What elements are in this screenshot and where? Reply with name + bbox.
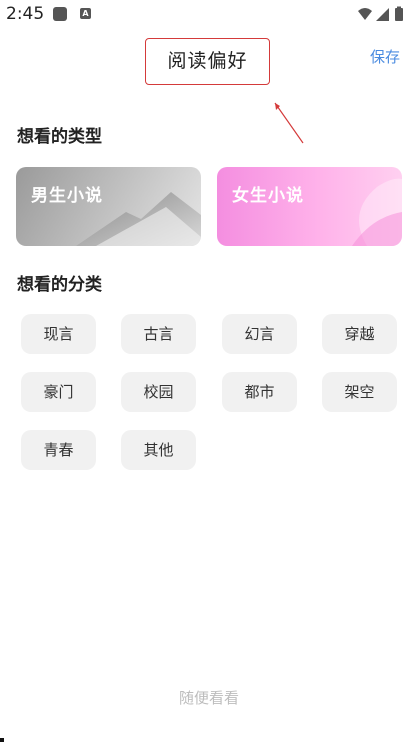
type-card-label: 女生小说 — [232, 186, 304, 206]
battery-icon — [395, 8, 403, 21]
keyboard-notification-icon: A — [80, 8, 91, 19]
category-chip[interactable]: 幻言 — [222, 314, 297, 354]
type-card-female[interactable]: 女生小说 — [217, 167, 402, 246]
categories-section-title: 想看的分类 — [17, 275, 102, 295]
wifi-icon — [358, 8, 372, 20]
category-chip[interactable]: 架空 — [322, 372, 397, 412]
category-chip[interactable]: 青春 — [21, 430, 96, 470]
status-icons — [358, 6, 403, 21]
save-button[interactable]: 保存 — [370, 46, 400, 67]
corner-mark — [0, 738, 4, 742]
signal-icon — [376, 8, 389, 21]
mountain-decoration — [76, 192, 201, 246]
category-chip[interactable]: 现言 — [21, 314, 96, 354]
category-chip[interactable]: 豪门 — [21, 372, 96, 412]
category-chip[interactable]: 都市 — [222, 372, 297, 412]
status-bar: 2:45 A — [0, 0, 418, 30]
category-chip[interactable]: 其他 — [121, 430, 196, 470]
random-browse-button[interactable]: 随便看看 — [0, 687, 418, 708]
type-card-male[interactable]: 男生小说 — [16, 167, 201, 246]
type-card-label: 男生小说 — [31, 186, 103, 206]
annotation-arrow-icon — [274, 102, 304, 144]
app-notification-icon — [53, 7, 67, 21]
page-title-highlight: 阅读偏好 — [145, 38, 270, 85]
category-chip[interactable]: 穿越 — [322, 314, 397, 354]
wave-decoration — [352, 178, 402, 246]
page-title: 阅读偏好 — [167, 50, 248, 72]
status-time: 2:45 — [6, 4, 45, 24]
types-section-title: 想看的类型 — [17, 127, 102, 147]
category-chip[interactable]: 校园 — [121, 372, 196, 412]
category-chip[interactable]: 古言 — [121, 314, 196, 354]
